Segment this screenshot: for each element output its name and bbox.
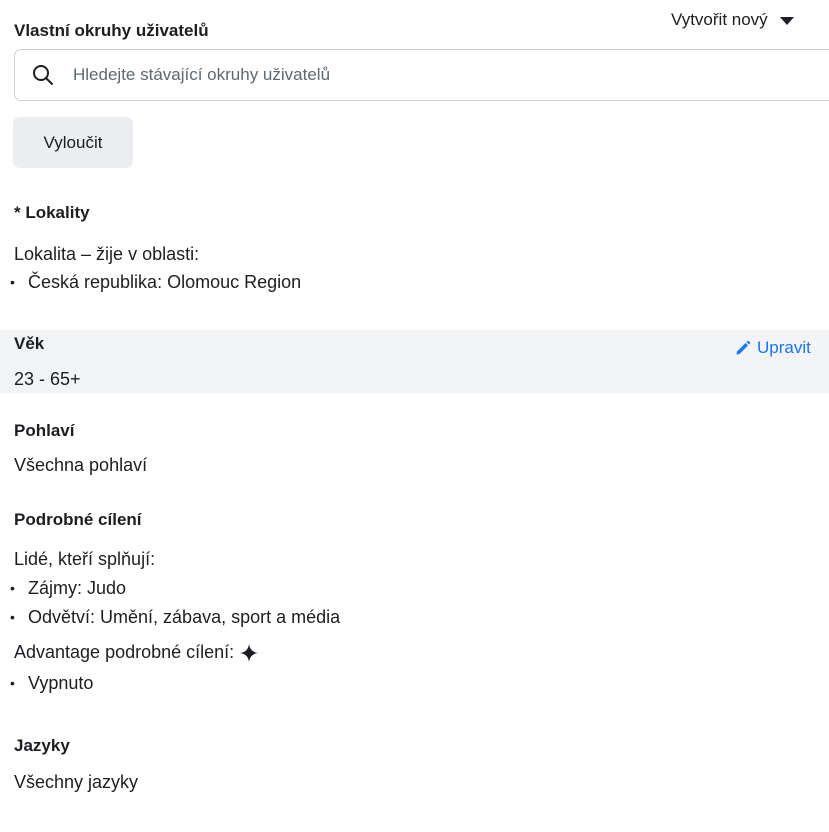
create-new-dropdown[interactable]: Vytvořit nový	[671, 10, 794, 30]
advantage-label: Advantage podrobné cílení:	[14, 642, 235, 662]
detailed-targeting-title: Podrobné cílení	[14, 510, 142, 529]
pencil-icon	[736, 340, 751, 355]
audience-search-box[interactable]	[14, 49, 829, 101]
gender-value: Všechna pohlaví	[14, 455, 148, 475]
age-value: 23 - 65+	[14, 369, 81, 389]
audience-section-title: Vlastní okruhy uživatelů	[14, 21, 209, 40]
age-section	[0, 330, 829, 393]
age-title: Věk	[14, 334, 45, 353]
advantage-item: Vypnuto	[0, 673, 93, 694]
advantage-row: Advantage podrobné cílení:	[14, 642, 259, 663]
sparkle-icon	[240, 643, 259, 662]
location-item: Česká republika: Olomouc Region	[0, 272, 301, 293]
edit-label: Upravit	[757, 338, 811, 357]
targeting-item: Odvětví: Umění, zábava, sport a média	[0, 607, 340, 628]
edit-age-link[interactable]: Upravit	[735, 338, 811, 358]
languages-title: Jazyky	[14, 736, 70, 755]
locations-title: * Lokality	[14, 203, 90, 222]
targeting-item: Zájmy: Judo	[0, 578, 126, 599]
locations-subtitle: Lokalita – žije v oblasti:	[14, 244, 200, 264]
caret-down-icon	[779, 17, 794, 25]
exclude-button[interactable]: Vyloučit	[13, 117, 133, 168]
languages-value: Všechny jazyky	[14, 772, 139, 792]
create-new-label: Vytvořit nový	[671, 10, 768, 29]
search-input[interactable]	[71, 64, 775, 86]
search-icon	[33, 65, 53, 85]
gender-title: Pohlaví	[14, 421, 75, 440]
detailed-targeting-subtitle: Lidé, kteří splňují:	[14, 549, 156, 569]
